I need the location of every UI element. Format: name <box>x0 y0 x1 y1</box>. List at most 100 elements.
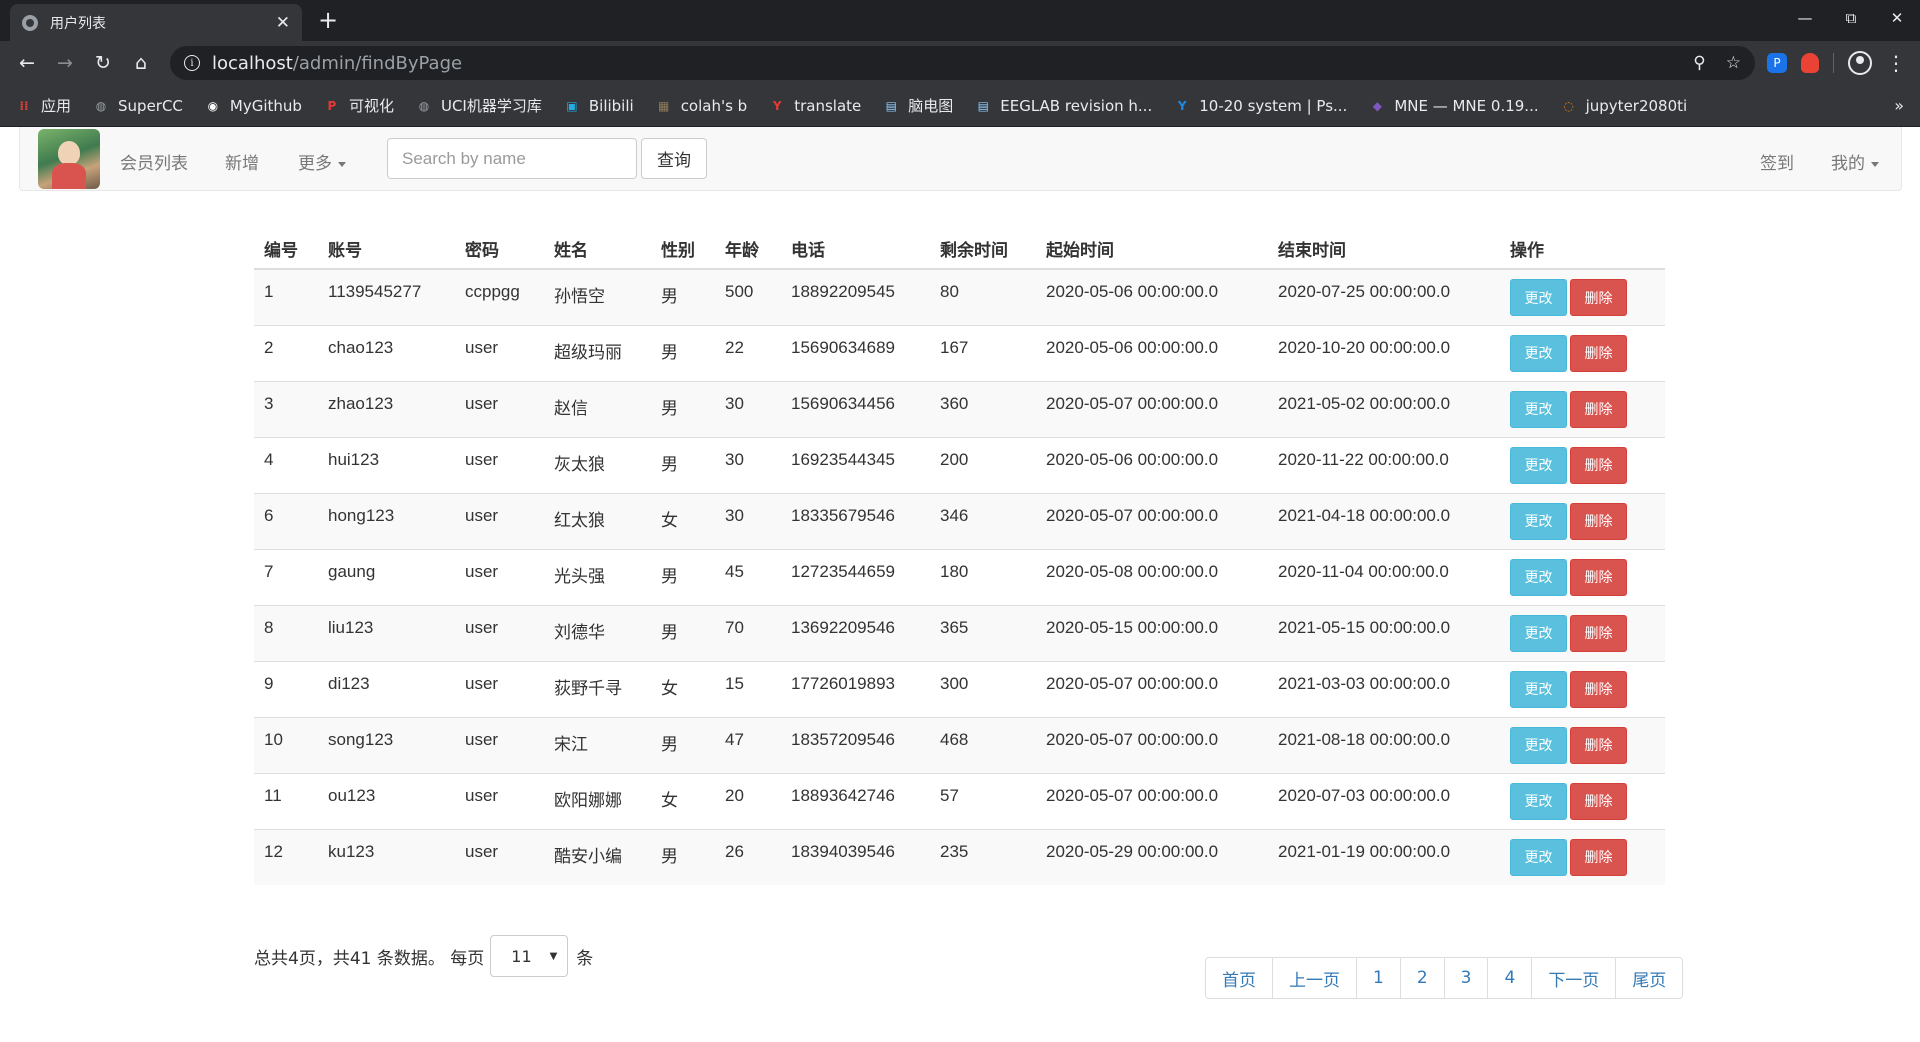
restore-icon[interactable]: ⧉ <box>1828 0 1874 36</box>
table-cell: 167 <box>930 324 1036 381</box>
extension-red-icon[interactable] <box>1801 53 1819 73</box>
search-input[interactable] <box>387 138 637 179</box>
delete-button[interactable]: 删除 <box>1570 446 1627 484</box>
row-actions: 更改 删除 <box>1500 716 1665 773</box>
pagination-link[interactable]: 上一页 <box>1272 957 1357 999</box>
edit-button[interactable]: 更改 <box>1510 558 1567 596</box>
bookmarks-overflow-icon[interactable]: » <box>1894 96 1904 115</box>
row-actions: 更改 删除 <box>1500 604 1665 661</box>
bookmark-item[interactable]: ◆ MNE — MNE 0.19... <box>1369 97 1539 115</box>
bookmark-item[interactable]: Ytranslate <box>769 97 861 115</box>
nav-add[interactable]: 新增 <box>225 149 259 174</box>
bookmark-item[interactable]: ▣ Bilibili <box>564 97 634 115</box>
table-cell: 22 <box>715 324 781 381</box>
pagination-link[interactable]: 3 <box>1443 957 1489 999</box>
edit-button[interactable]: 更改 <box>1510 670 1567 708</box>
top-navbar: 会员列表 新增 更多 查询 签到 我的 <box>19 127 1902 191</box>
edit-button[interactable]: 更改 <box>1510 782 1567 820</box>
forward-arrow-icon[interactable]: → <box>46 47 84 79</box>
nav-more-dropdown[interactable]: 更多 <box>298 149 346 174</box>
table-cell: 15690634456 <box>781 380 930 437</box>
table-cell: 超级玛丽 <box>544 324 651 381</box>
url-text[interactable]: localhost/admin/findByPage <box>212 53 1673 74</box>
delete-button[interactable]: 删除 <box>1570 390 1627 428</box>
table-cell: 2020-11-22 00:00:00.0 <box>1268 436 1500 493</box>
site-info-icon[interactable]: i <box>184 55 200 71</box>
edit-button[interactable]: 更改 <box>1510 334 1567 372</box>
delete-button[interactable]: 删除 <box>1570 558 1627 596</box>
table-cell: 365 <box>930 604 1036 661</box>
delete-button[interactable]: 删除 <box>1570 782 1627 820</box>
row-actions: 更改 删除 <box>1500 436 1665 493</box>
profile-avatar-icon[interactable] <box>1848 51 1872 75</box>
delete-button[interactable]: 删除 <box>1570 614 1627 652</box>
search-button[interactable]: 查询 <box>641 138 707 179</box>
bookmark-item[interactable]: ▤ EEGLAB revision h... <box>975 97 1153 115</box>
bookmark-item[interactable]: Y 10-20 system | Ps... <box>1174 97 1347 115</box>
table-row: 3 zhao123 user 赵信男 30 15690634456 360 2020-05-0… <box>254 380 1665 437</box>
bookmark-item[interactable]: ◌ jupyter2080ti <box>1561 97 1687 115</box>
reload-icon[interactable]: ↻ <box>84 47 122 79</box>
delete-button[interactable]: 删除 <box>1570 502 1627 540</box>
row-actions: 更改 删除 <box>1500 772 1665 829</box>
pagination-link[interactable]: 1 <box>1356 957 1401 999</box>
edit-button[interactable]: 更改 <box>1510 838 1567 876</box>
back-arrow-icon[interactable]: ← <box>8 47 46 79</box>
delete-button[interactable]: 删除 <box>1570 838 1627 876</box>
pagination-link[interactable]: 尾页 <box>1615 957 1684 999</box>
edit-button[interactable]: 更改 <box>1510 614 1567 652</box>
nav-mine-dropdown[interactable]: 我的 <box>1831 149 1879 174</box>
new-tab-plus-icon[interactable]: + <box>318 6 338 34</box>
pagination-link[interactable]: 2 <box>1399 957 1445 999</box>
page-size-select[interactable]: 11 ▼ <box>490 935 569 977</box>
delete-button[interactable]: 删除 <box>1570 726 1627 764</box>
bookmark-label: colah's b <box>680 96 748 115</box>
bookmark-item[interactable]: ⁞⁞ 应用 <box>16 95 71 116</box>
table-row: 12 ku123 user 酷安小编男 26 18394039546 235 2020-05-… <box>254 828 1665 885</box>
close-tab-icon[interactable]: ✕ <box>276 13 290 33</box>
table-cell: 男 <box>651 268 715 325</box>
delete-button[interactable]: 删除 <box>1570 279 1627 316</box>
delete-button[interactable]: 删除 <box>1570 670 1627 708</box>
edit-button[interactable]: 更改 <box>1510 726 1567 764</box>
close-window-icon[interactable]: ✕ <box>1874 0 1920 36</box>
pagination-link[interactable]: 首页 <box>1205 957 1273 999</box>
table-cell: ou123 <box>318 772 455 829</box>
github-icon: ◉ <box>207 98 219 113</box>
menu-kebab-icon[interactable]: ⋮ <box>1886 51 1906 75</box>
table-cell: hong123 <box>318 492 455 549</box>
brand-avatar-logo[interactable] <box>38 129 100 189</box>
nav-signin[interactable]: 签到 <box>1760 149 1794 174</box>
bookmark-item[interactable]: P 可视化 <box>324 95 394 116</box>
pagination: 首页 上一页 1 2 3 4 下一页 尾页 <box>1205 957 1684 999</box>
table-cell: 灰太狼 <box>544 436 651 493</box>
address-bar[interactable]: i localhost/admin/findByPage ⚲ ☆ <box>170 46 1755 80</box>
edit-button[interactable]: 更改 <box>1510 390 1567 428</box>
browser-tab[interactable]: 用户列表 ✕ <box>10 4 302 41</box>
table-cell: 2020-05-15 00:00:00.0 <box>1036 604 1268 661</box>
pagination-link[interactable]: 下一页 <box>1531 957 1617 999</box>
bookmark-item[interactable]: ◉ MyGithub <box>205 97 302 115</box>
column-header: 年龄 <box>715 229 781 270</box>
bookmark-item[interactable]: ▤ 脑电图 <box>883 95 954 116</box>
bookmark-item[interactable]: ◍ UCI机器学习库 <box>416 95 542 116</box>
edit-button[interactable]: 更改 <box>1510 279 1567 316</box>
nav-member-list[interactable]: 会员列表 <box>120 149 188 174</box>
table-cell: 1139545277 <box>318 268 455 325</box>
table-cell: gaung <box>318 548 455 605</box>
delete-button[interactable]: 删除 <box>1570 334 1627 372</box>
extension-blue-icon[interactable]: P <box>1767 53 1787 73</box>
edit-button[interactable]: 更改 <box>1510 502 1567 540</box>
bookmark-item[interactable]: ▦ colah's b <box>656 96 748 115</box>
table-cell: 男 <box>651 604 715 661</box>
minimize-icon[interactable]: — <box>1782 0 1828 36</box>
table-cell: 赵信 <box>544 380 651 437</box>
bookmark-item[interactable]: ◍ SuperCC <box>93 97 183 115</box>
star-bookmark-icon[interactable]: ☆ <box>1726 53 1741 73</box>
edit-button[interactable]: 更改 <box>1510 446 1567 484</box>
summary-text: 总共4页，共41 条数据。 每页 <box>254 948 485 969</box>
table-cell: 20 <box>715 772 781 829</box>
pagination-link[interactable]: 4 <box>1487 957 1533 999</box>
home-icon[interactable]: ⌂ <box>122 47 160 79</box>
key-icon[interactable]: ⚲ <box>1693 53 1705 73</box>
